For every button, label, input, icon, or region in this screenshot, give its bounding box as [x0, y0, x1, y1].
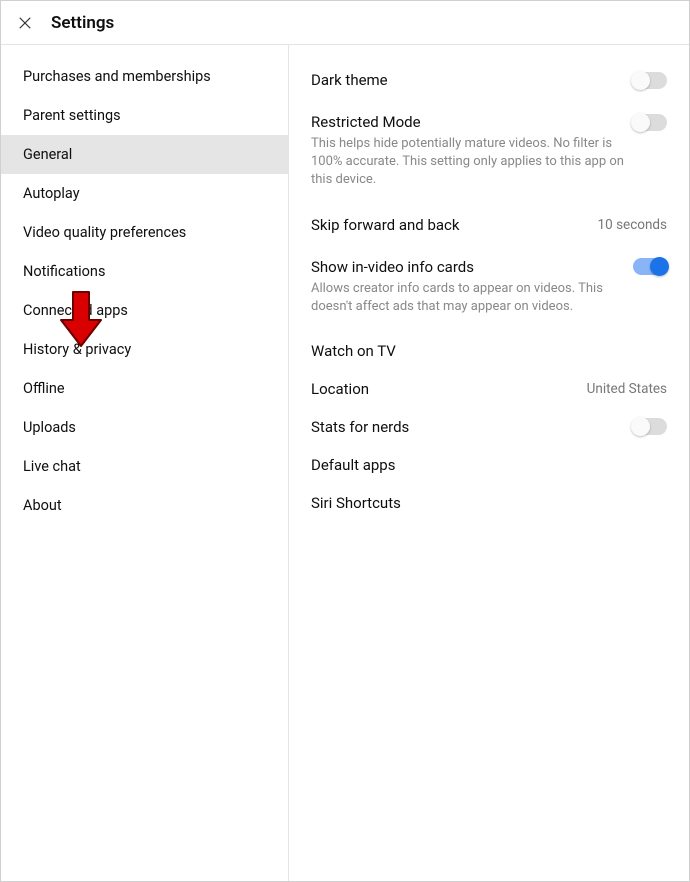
setting-dark-theme[interactable]: Dark theme: [311, 61, 667, 99]
setting-label: Stats for nerds: [311, 418, 409, 436]
close-icon[interactable]: [15, 13, 35, 33]
sidebar-item-autoplay[interactable]: Autoplay: [1, 174, 288, 213]
setting-value: United States: [587, 381, 667, 397]
sidebar-item-live-chat[interactable]: Live chat: [1, 447, 288, 486]
sidebar-item-connected-apps[interactable]: Connected apps: [1, 291, 288, 330]
sidebar-item-video-quality[interactable]: Video quality preferences: [1, 213, 288, 252]
sidebar-item-purchases[interactable]: Purchases and memberships: [1, 57, 288, 96]
sidebar-item-parent-settings[interactable]: Parent settings: [1, 96, 288, 135]
sidebar-item-uploads[interactable]: Uploads: [1, 408, 288, 447]
sidebar-item-history-privacy[interactable]: History & privacy: [1, 330, 288, 369]
setting-value: 10 seconds: [598, 217, 667, 233]
setting-label: Siri Shortcuts: [311, 494, 401, 512]
sidebar: Purchases and memberships Parent setting…: [1, 45, 289, 881]
setting-label: Location: [311, 380, 369, 398]
toggle-stats-nerds[interactable]: [633, 418, 667, 435]
setting-label: Restricted Mode: [311, 113, 421, 131]
setting-location[interactable]: Location United States: [311, 370, 667, 408]
setting-stats-nerds[interactable]: Stats for nerds: [311, 408, 667, 446]
setting-skip[interactable]: Skip forward and back 10 seconds: [311, 206, 667, 244]
toggle-restricted-mode[interactable]: [633, 114, 667, 131]
setting-label: Default apps: [311, 456, 395, 474]
setting-label: Show in-video info cards: [311, 258, 474, 276]
setting-info-cards: Show in-video info cards Allows creator …: [311, 244, 667, 332]
toggle-dark-theme[interactable]: [633, 72, 667, 89]
setting-label: Dark theme: [311, 71, 388, 89]
sidebar-item-offline[interactable]: Offline: [1, 369, 288, 408]
sidebar-item-about[interactable]: About: [1, 486, 288, 525]
content: Purchases and memberships Parent setting…: [1, 45, 689, 881]
setting-label: Skip forward and back: [311, 216, 460, 234]
sidebar-item-general[interactable]: General: [1, 135, 288, 174]
setting-default-apps[interactable]: Default apps: [311, 446, 667, 484]
setting-watch-tv[interactable]: Watch on TV: [311, 332, 667, 370]
main-panel: Dark theme Restricted Mode This helps hi…: [289, 45, 689, 881]
page-title: Settings: [51, 13, 114, 33]
setting-siri-shortcuts[interactable]: Siri Shortcuts: [311, 484, 667, 522]
sidebar-item-notifications[interactable]: Notifications: [1, 252, 288, 291]
setting-description: This helps hide potentially mature video…: [311, 135, 667, 190]
toggle-info-cards[interactable]: [633, 258, 667, 275]
setting-description: Allows creator info cards to appear on v…: [311, 280, 667, 316]
setting-restricted-mode: Restricted Mode This helps hide potentia…: [311, 99, 667, 206]
setting-label: Watch on TV: [311, 342, 396, 360]
header: Settings: [1, 1, 689, 45]
